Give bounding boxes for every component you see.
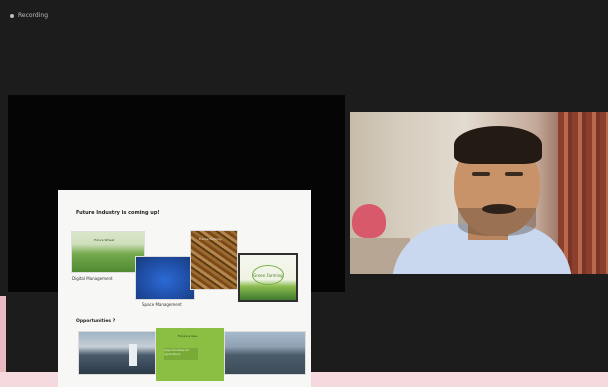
background-curtain [558, 112, 608, 274]
recording-indicator: Recording [10, 12, 48, 19]
caption-digital-management: Digital Management [72, 276, 113, 281]
participant-hair [454, 126, 542, 164]
field-image-text: Future Wheat [94, 238, 115, 242]
screen-share-panel[interactable]: Future Industry is coming up! Future Whe… [8, 95, 345, 387]
slide-title: Future Industry is coming up! [76, 210, 160, 216]
participant-brow-right [505, 172, 523, 176]
slide-image-field: Future Wheat [71, 231, 145, 273]
meeting-window: Recording Future Industry is coming up! … [0, 0, 608, 387]
green-card-text: Opportunities for agriculture [164, 348, 198, 360]
slide-image-landscape-left [78, 331, 156, 375]
green-card-label: Future scope [178, 334, 198, 338]
recording-label: Recording [18, 12, 49, 19]
slide-image-harvest: Future Farming [190, 230, 238, 290]
slide-image-blue-car [135, 256, 195, 300]
slide-image-green-card: Future scope Opportunities for agricultu… [156, 328, 224, 381]
waterfall-icon [129, 344, 137, 366]
shared-slide: Future Industry is coming up! Future Whe… [58, 190, 311, 387]
participant-video[interactable] [350, 112, 608, 274]
green-logo-icon: Green Farming [252, 265, 284, 285]
harvest-image-text: Future Farming [199, 237, 222, 241]
background-lamp [352, 204, 386, 238]
record-dot-icon [10, 13, 14, 18]
slide-image-landscape-right [224, 331, 306, 375]
slide-image-green-logo: Green Farming [238, 253, 298, 302]
green-logo-text: Green Farming [253, 272, 283, 278]
participant-mustache [482, 204, 516, 214]
caption-space-management: Space Management [142, 302, 182, 307]
participant-brow-left [472, 172, 490, 176]
left-edge-highlight [0, 296, 6, 372]
slide-section-title: Opportunities ? [76, 319, 116, 324]
